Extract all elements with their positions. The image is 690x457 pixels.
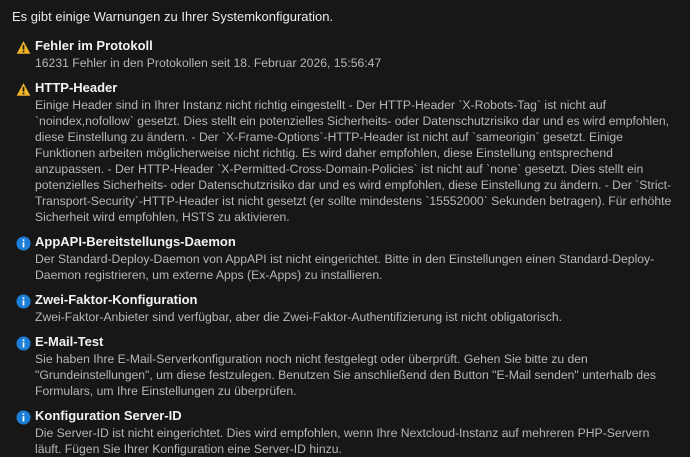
info-icon bbox=[16, 336, 31, 351]
info-appapi-daemon: AppAPI-Bereitstellungs-Daemon Der Standa… bbox=[12, 234, 678, 283]
info-icon bbox=[16, 236, 31, 251]
warning-http-headers: HTTP-Header Einige Header sind in Ihrer … bbox=[12, 80, 678, 225]
warning-icon bbox=[16, 40, 31, 55]
item-title: HTTP-Header bbox=[35, 80, 118, 95]
info-server-id: Konfiguration Server-ID Die Server-ID is… bbox=[12, 408, 678, 457]
warning-log-errors: Fehler im Protokoll 16231 Fehler in den … bbox=[12, 38, 678, 71]
setup-warnings-panel: Es gibt einige Warnungen zu Ihrer System… bbox=[0, 0, 690, 457]
item-title: Konfiguration Server-ID bbox=[35, 408, 182, 423]
item-description: Sie haben Ihre E-Mail-Serverkonfiguratio… bbox=[35, 352, 656, 398]
item-description: Der Standard-Deploy-Daemon von AppAPI is… bbox=[35, 252, 655, 282]
item-title: AppAPI-Bereitstellungs-Daemon bbox=[35, 234, 236, 249]
info-icon bbox=[16, 410, 31, 425]
info-two-factor: Zwei-Faktor-Konfiguration Zwei-Faktor-An… bbox=[12, 292, 678, 325]
item-description: 16231 Fehler in den Protokollen seit 18.… bbox=[35, 56, 382, 70]
item-title: E-Mail-Test bbox=[35, 334, 104, 349]
item-title: Fehler im Protokoll bbox=[35, 38, 153, 53]
warning-icon bbox=[16, 82, 31, 97]
info-icon bbox=[16, 294, 31, 309]
item-title: Zwei-Faktor-Konfiguration bbox=[35, 292, 198, 307]
item-description: Einige Header sind in Ihrer Instanz nich… bbox=[35, 98, 672, 224]
warnings-intro: Es gibt einige Warnungen zu Ihrer System… bbox=[12, 9, 334, 24]
item-description: Die Server-ID ist nicht eingerichtet. Di… bbox=[35, 426, 650, 456]
item-description: Zwei-Faktor-Anbieter sind verfügbar, abe… bbox=[35, 310, 563, 324]
info-email-test: E-Mail-Test Sie haben Ihre E-Mail-Server… bbox=[12, 334, 678, 399]
